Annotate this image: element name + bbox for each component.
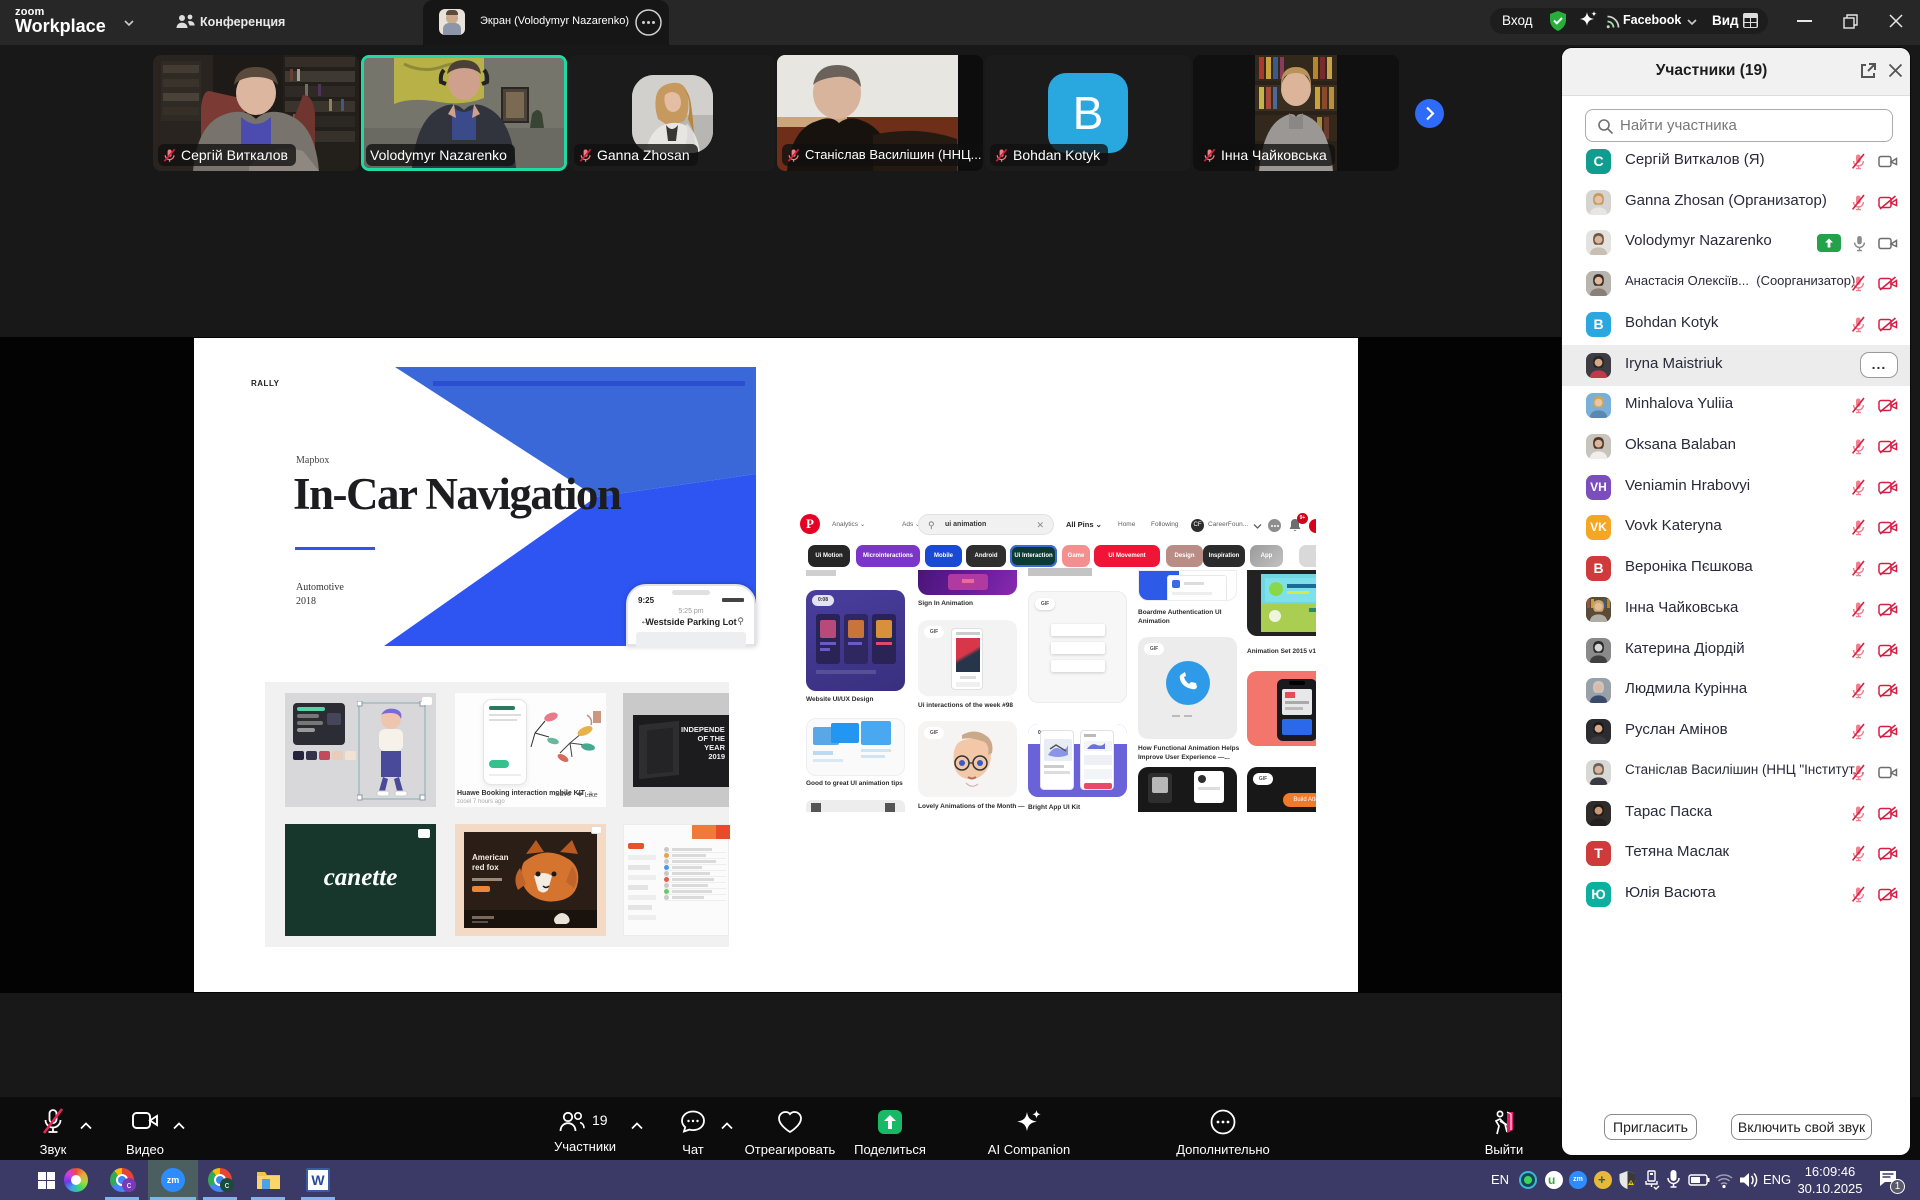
svg-text:American: American <box>472 853 509 862</box>
svg-text:red fox: red fox <box>472 863 499 872</box>
